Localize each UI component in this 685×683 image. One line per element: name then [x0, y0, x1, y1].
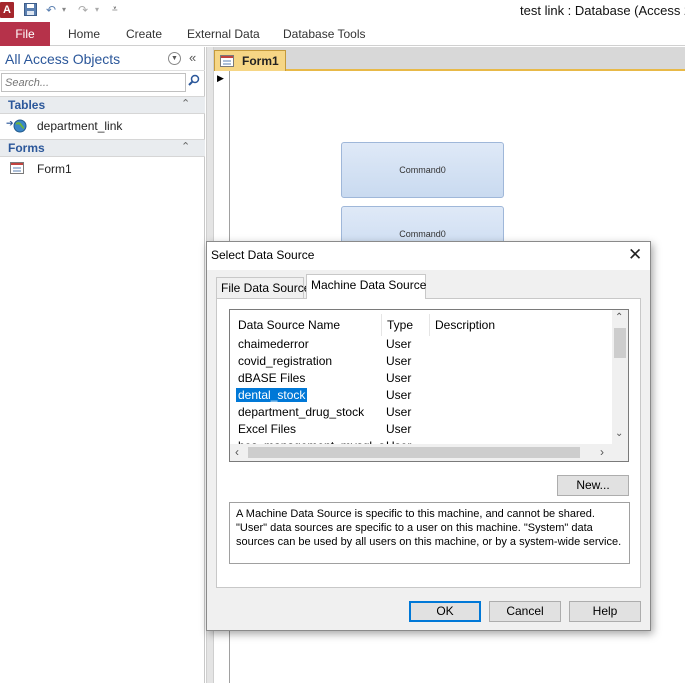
column-header-type[interactable]: Type — [387, 318, 413, 332]
data-source-list[interactable]: Data Source Name Type Description chaime… — [229, 309, 629, 462]
group-label: Forms — [8, 141, 45, 155]
list-item-type: User — [386, 337, 412, 351]
list-item-name: department_drug_stock — [238, 405, 365, 419]
tab-create[interactable]: Create — [126, 22, 162, 46]
document-tab-label: Form1 — [242, 54, 279, 68]
column-divider[interactable] — [429, 314, 430, 336]
column-header-name[interactable]: Data Source Name — [238, 318, 340, 332]
description-text: A Machine Data Source is specific to thi… — [229, 502, 630, 564]
list-item[interactable]: dBASE Files User — [230, 370, 612, 387]
redo-icon[interactable]: ↷ — [78, 3, 88, 17]
tab-external-data[interactable]: External Data — [187, 22, 260, 46]
tab-file-data-source[interactable]: File Data Source — [216, 277, 310, 298]
list-item-type: User — [386, 405, 412, 419]
tab-form1[interactable]: Form1 — [214, 50, 286, 71]
tab-panel-machine-data-source: Data Source Name Type Description chaime… — [216, 298, 641, 588]
undo-icon[interactable]: ↶ — [46, 3, 56, 17]
globe-icon — [13, 119, 27, 136]
nav-item-label: Form1 — [37, 162, 72, 176]
list-item[interactable]: covid_registration User — [230, 353, 612, 370]
ok-button[interactable]: OK — [409, 601, 481, 622]
nav-pane-header[interactable]: All Access Objects ▼ « — [0, 47, 205, 71]
command-button[interactable]: Command0 — [341, 142, 504, 198]
help-button[interactable]: Help — [569, 601, 641, 622]
form-icon — [220, 55, 234, 70]
list-item-name: chaimederror — [238, 337, 309, 351]
group-header-forms[interactable]: Forms ⌃ — [0, 139, 205, 157]
tab-database-tools[interactable]: Database Tools — [283, 22, 366, 46]
new-button[interactable]: New... — [557, 475, 629, 496]
document-tab-strip: Form1 — [214, 47, 685, 71]
search-input[interactable] — [1, 73, 186, 92]
save-icon[interactable] — [24, 3, 37, 17]
nav-item-form1[interactable]: Form1 — [0, 159, 205, 179]
search-icon[interactable] — [188, 74, 200, 89]
collapse-pane-icon[interactable]: « — [189, 50, 196, 65]
list-item-name: dBASE Files — [238, 371, 306, 385]
dialog-title-bar[interactable]: Select Data Source ✕ — [207, 242, 650, 270]
list-item-name: dental_stock — [236, 388, 308, 402]
scroll-down-icon[interactable]: ⌄ — [615, 428, 623, 439]
list-item-type: User — [386, 422, 412, 436]
close-icon[interactable]: ✕ — [628, 245, 642, 265]
chevron-down-icon[interactable]: ▼ — [168, 52, 181, 65]
form-icon — [10, 162, 24, 177]
list-item-selected[interactable]: dental_stock User — [230, 387, 612, 404]
undo-dropdown-icon[interactable]: ▾ — [62, 3, 66, 17]
current-record-icon: ▶ — [217, 73, 224, 83]
nav-item-department-link[interactable]: ➔ department_link — [0, 116, 205, 136]
horizontal-scrollbar[interactable]: ‹ › — [230, 444, 628, 461]
list-item-name: Excel Files — [238, 422, 297, 436]
nav-item-label: department_link — [37, 119, 123, 133]
scroll-left-icon[interactable]: ‹ — [235, 445, 239, 459]
group-label: Tables — [8, 98, 46, 112]
select-data-source-dialog: Select Data Source ✕ File Data Source Ma… — [206, 241, 651, 631]
list-item[interactable]: Excel Files User — [230, 421, 612, 438]
list-item-type: User — [386, 388, 412, 402]
redo-dropdown-icon[interactable]: ▾ — [95, 3, 99, 17]
customize-toolbar-icon[interactable]: ⩡ — [112, 3, 118, 17]
navigation-pane: All Access Objects ▼ « Tables ⌃ ➔ depart… — [0, 47, 205, 683]
list-item-type: User — [386, 354, 412, 368]
list-item[interactable]: department_drug_stock User — [230, 404, 612, 421]
chevron-up-icon[interactable]: ⌃ — [181, 140, 190, 153]
nav-pane-title[interactable]: All Access Objects — [5, 51, 120, 67]
ribbon-tabs: File Home Create External Data Database … — [0, 22, 685, 46]
window-title: test link : Database (Access 2007 — [520, 3, 685, 18]
list-item[interactable]: chaimederror User — [230, 336, 612, 353]
title-bar: A ↶ ▾ ↷ ▾ ⩡ test link : Database (Access… — [0, 0, 685, 22]
list-item-type: User — [386, 371, 412, 385]
chevron-up-icon[interactable]: ⌃ — [181, 97, 190, 110]
tab-machine-data-source[interactable]: Machine Data Source — [306, 274, 426, 299]
column-header-description[interactable]: Description — [435, 318, 495, 332]
vertical-scrollbar[interactable]: ⌃ ⌄ — [612, 310, 628, 444]
list-item-name: covid_registration — [238, 354, 333, 368]
scrollbar-thumb[interactable] — [614, 328, 626, 358]
group-header-tables[interactable]: Tables ⌃ — [0, 96, 205, 114]
scrollbar-thumb[interactable] — [248, 447, 580, 458]
tab-file[interactable]: File — [0, 22, 50, 46]
column-divider[interactable] — [381, 314, 382, 336]
access-app-icon[interactable]: A — [0, 2, 14, 18]
cancel-button[interactable]: Cancel — [489, 601, 561, 622]
scroll-right-icon[interactable]: › — [600, 445, 604, 459]
tab-home[interactable]: Home — [68, 22, 100, 46]
dialog-title: Select Data Source — [211, 248, 315, 262]
scroll-up-icon[interactable]: ⌃ — [615, 312, 623, 323]
